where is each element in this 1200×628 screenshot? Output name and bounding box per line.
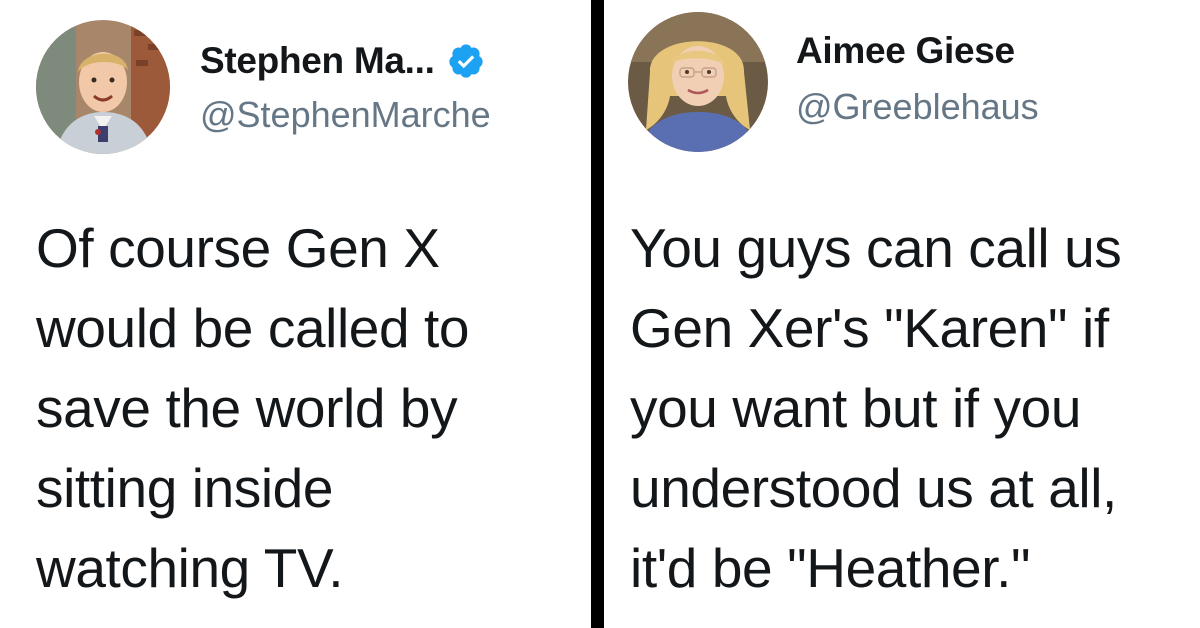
tweet-text-line: Of course Gen X <box>36 217 440 279</box>
avatar-photo-boy <box>36 20 170 154</box>
tweet-card-right: Aimee Giese @Greeblehaus You guys can ca… <box>604 0 1200 628</box>
verified-badge-icon <box>447 42 485 80</box>
tweet-text-line: Gen Xer's "Karen" if <box>630 297 1109 359</box>
display-name[interactable]: Aimee Giese <box>796 30 1015 72</box>
tweet-text-line: sitting inside <box>36 457 334 519</box>
tweet-text-line: you want but if you <box>630 377 1082 439</box>
tweet-collage: Stephen Ma... @StephenMarche Of course G… <box>0 0 1200 628</box>
handle[interactable]: @StephenMarche <box>200 94 491 136</box>
avatar[interactable] <box>628 12 768 152</box>
display-name[interactable]: Stephen Ma... <box>200 40 435 82</box>
tweet-text-line: it'd be "Heather." <box>630 537 1031 599</box>
author-name-row: Stephen Ma... <box>200 40 485 82</box>
tweet-text-line: You guys can call us <box>630 217 1122 279</box>
avatar-photo-woman <box>628 12 768 152</box>
author-name-row: Aimee Giese <box>796 30 1015 72</box>
avatar[interactable] <box>36 20 170 154</box>
tweet-text-line: save the world by <box>36 377 458 439</box>
tweet-text: Of course Gen X would be called to save … <box>36 208 586 608</box>
tweet-text-line: would be called to <box>36 297 470 359</box>
tweet-text-line: understood us at all, <box>630 457 1117 519</box>
tweet-text: You guys can call us Gen Xer's "Karen" i… <box>630 208 1200 608</box>
handle[interactable]: @Greeblehaus <box>796 86 1039 128</box>
tweet-card-left: Stephen Ma... @StephenMarche Of course G… <box>0 0 591 628</box>
tweet-text-line: watching TV. <box>36 537 344 599</box>
panel-divider <box>591 0 604 628</box>
